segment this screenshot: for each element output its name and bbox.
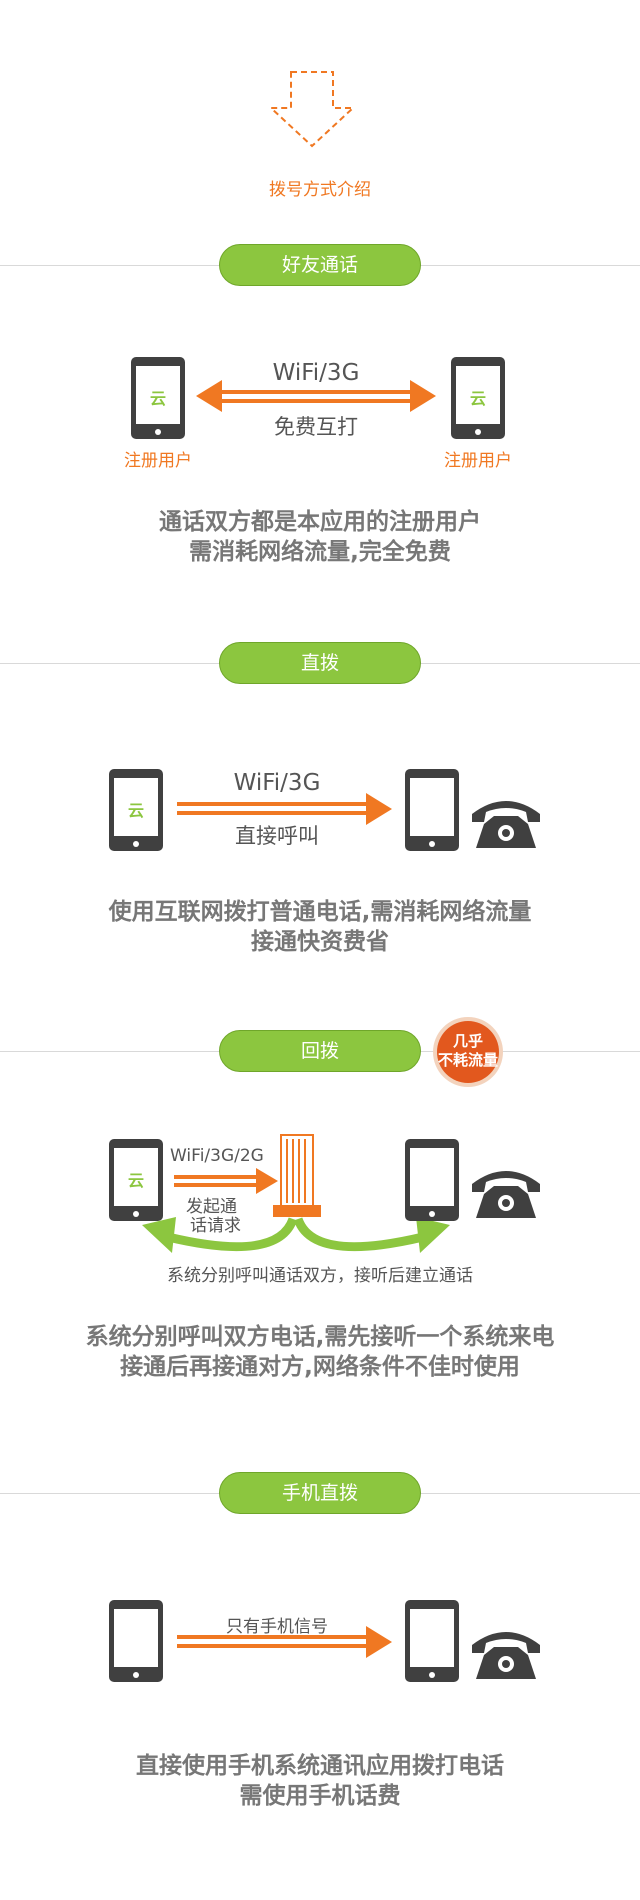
network-label: WiFi/3G/2G [170,1146,264,1166]
smartphone-icon [405,1600,459,1682]
smartphone-icon [405,769,459,851]
network-label: WiFi/3G [272,360,360,386]
section-title-callback: 回拨 [219,1030,421,1072]
section-title-direct-dial: 直拨 [219,642,421,684]
action-label: 直接呼叫 [235,824,319,848]
action-label: 免费互打 [274,415,358,439]
description-line: 接通快资费省 [251,929,389,955]
badge-line: 不耗流量 [437,1051,498,1069]
telephone-icon [472,1171,540,1218]
phone-logo: 云 [127,1171,144,1190]
phone-logo: 云 [127,801,144,820]
network-label: WiFi/3G [233,770,321,796]
phone-logo: 云 [469,389,486,408]
smartphone-icon [405,1139,459,1221]
intro-label: 拨号方式介绍 [269,180,371,200]
smartphone-icon [109,1600,163,1682]
right-user-label: 注册用户 [444,451,512,471]
badge-line: 几乎 [452,1032,483,1050]
dashed-down-arrow-icon [268,71,356,148]
description-line: 系统分别呼叫双方电话,需先接听一个系统来电 [85,1324,555,1350]
description-line: 接通后再接通对方,网络条件不佳时使用 [120,1354,520,1380]
left-user-label: 注册用户 [124,451,192,471]
system-note: 系统分别呼叫通话双方，接听后建立通话 [167,1266,473,1286]
description-line: 使用互联网拨打普通电话,需消耗网络流量 [108,899,532,925]
description-line: 直接使用手机系统通讯应用拨打电话 [136,1753,504,1779]
description-line: 需使用手机话费 [239,1783,401,1809]
telephone-icon [472,801,540,848]
description-line: 通话双方都是本应用的注册用户 [159,509,481,535]
phone-logo: 云 [149,389,166,408]
description-line: 需消耗网络流量,完全免费 [189,539,451,565]
telephone-icon [472,1632,540,1679]
right-arrow-icon [177,1626,392,1658]
section-title-friend-call: 好友通话 [219,244,421,286]
server-icon [273,1134,321,1217]
section-title-mobile-dial: 手机直拨 [219,1472,421,1514]
